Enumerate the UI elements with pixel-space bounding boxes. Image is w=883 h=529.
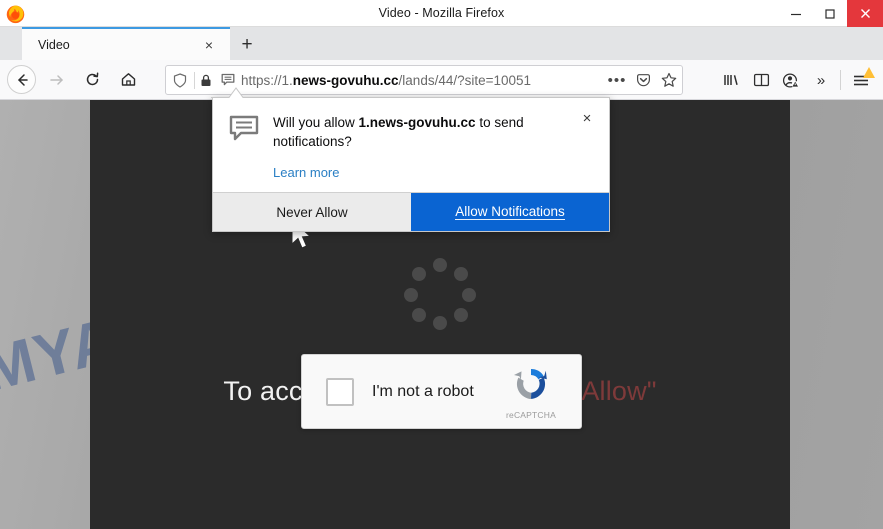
window-title: Video - Mozilla Firefox (378, 6, 505, 20)
close-button[interactable] (847, 0, 883, 27)
forward-arrow-icon (50, 74, 63, 85)
page-actions-button[interactable]: ••• (604, 72, 630, 89)
headline-allow-text: "Allow" (571, 376, 657, 406)
pocket-save-icon[interactable] (630, 73, 656, 88)
app-menu-button[interactable] (845, 65, 877, 95)
maximize-button[interactable] (813, 0, 847, 27)
learn-more-link[interactable]: Learn more (273, 165, 553, 180)
popup-message-domain: 1.news-govuhu.cc (358, 115, 476, 130)
url-text[interactable]: https://1.news-govuhu.cc/lands/44/?site=… (239, 73, 604, 88)
reload-button[interactable] (76, 65, 108, 95)
loading-spinner-dots-icon (404, 258, 476, 330)
popup-close-button[interactable]: × (577, 108, 597, 128)
title-bar: Video - Mozilla Firefox (0, 0, 883, 27)
minimize-button[interactable] (779, 0, 813, 27)
reload-arrow-icon (86, 72, 98, 86)
recaptcha-brand-text: reCAPTCHA (506, 410, 556, 420)
home-house-icon (121, 73, 135, 86)
tab-strip: Video × + (0, 27, 883, 60)
notification-permission-popup: Will you allow 1.news-govuhu.cc to send … (211, 87, 610, 233)
never-allow-label: Never Allow (276, 204, 348, 220)
recaptcha-widget[interactable]: I'm not a robot reCAPTCHA (301, 354, 582, 429)
recaptcha-label: I'm not a robot (372, 382, 474, 400)
never-allow-button[interactable]: Never Allow (213, 193, 411, 232)
notification-permission-icon[interactable] (216, 73, 239, 87)
library-icon[interactable] (716, 65, 746, 95)
firefox-window: Video - Mozilla Firefox Video × + https:… (0, 0, 883, 529)
toolbar-right-group: » (716, 65, 877, 95)
padlock-icon[interactable] (195, 74, 216, 87)
recaptcha-checkbox[interactable] (326, 377, 354, 406)
account-warning-icon[interactable] (776, 65, 806, 95)
recaptcha-branding: reCAPTCHA (495, 364, 567, 420)
tab-label: Video (38, 37, 70, 52)
notification-bubble-icon (229, 115, 259, 141)
tab-close-icon[interactable]: × (200, 36, 218, 54)
sidebar-panel-icon[interactable] (746, 65, 776, 95)
url-domain: news-govuhu.cc (292, 72, 399, 88)
update-warning-triangle-icon (863, 67, 875, 78)
overflow-menu-button[interactable]: » (806, 65, 836, 95)
recaptcha-logo-icon (514, 369, 547, 399)
back-arrow-icon (17, 73, 28, 86)
tab-video[interactable]: Video × (22, 27, 230, 60)
bookmark-star-icon[interactable] (656, 72, 682, 88)
toolbar-divider (840, 70, 841, 90)
url-scheme: https://1. (241, 72, 293, 88)
tracking-protection-shield-icon[interactable] (166, 72, 194, 88)
url-path: /lands/44/?site=10051 (398, 72, 532, 88)
popup-message-prefix: Will you allow (273, 115, 359, 130)
allow-notifications-label: Allow Notifications (455, 204, 565, 221)
home-button[interactable] (112, 65, 144, 95)
back-button[interactable] (7, 65, 36, 94)
allow-notifications-button[interactable]: Allow Notifications (411, 193, 609, 232)
window-controls (779, 0, 883, 27)
forward-button (40, 65, 72, 95)
new-tab-button[interactable]: + (230, 29, 264, 60)
